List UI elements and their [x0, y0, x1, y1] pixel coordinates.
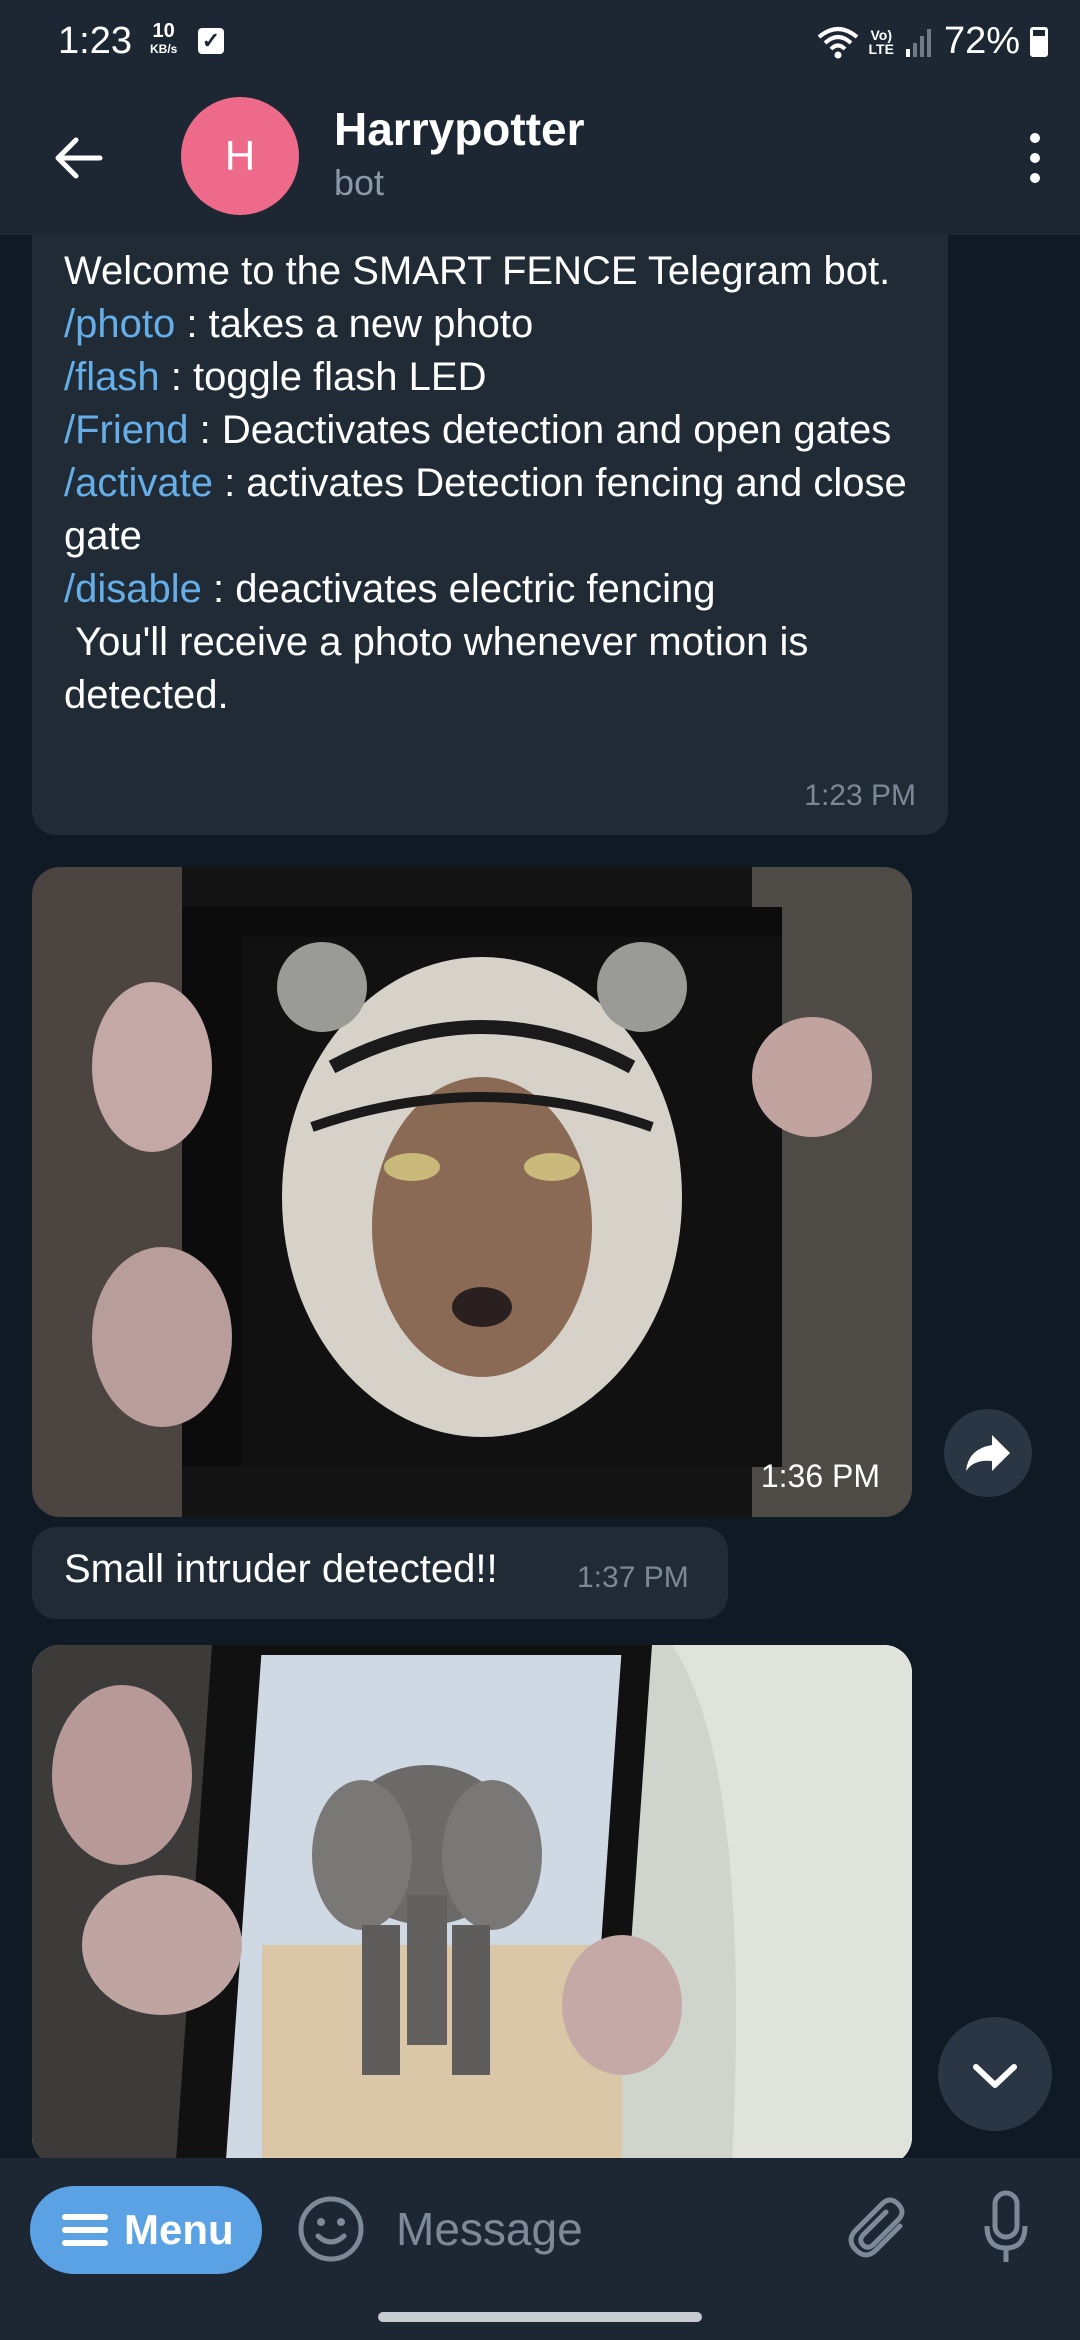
- command-flash-link[interactable]: /flash: [64, 355, 160, 399]
- command-photo-desc: : takes a new photo: [175, 302, 534, 346]
- message-timestamp: 1:23 PM: [804, 779, 916, 812]
- chat-area[interactable]: Welcome to the SMART FENCE Telegram bot.…: [0, 235, 1080, 2158]
- emoji-icon[interactable]: [296, 2194, 366, 2264]
- chat-header: H Harrypotter bot: [0, 92, 1080, 222]
- system-navigation-bar: [0, 2290, 1080, 2340]
- command-disable-link[interactable]: /disable: [64, 567, 202, 611]
- welcome-message-text: Welcome to the SMART FENCE Telegram bot.…: [64, 245, 944, 722]
- welcome-footer: You'll receive a photo whenever motion i…: [64, 620, 820, 717]
- battery-percent: 72%: [943, 20, 1020, 62]
- status-time: 1:23: [58, 20, 132, 62]
- chat-subtitle: bot: [334, 162, 385, 203]
- tiger-photo-message[interactable]: 1:36 PM: [32, 867, 912, 1517]
- lte-label: LTE: [868, 40, 894, 57]
- home-indicator[interactable]: [378, 2312, 702, 2322]
- command-disable-desc: : deactivates electric fencing: [201, 567, 716, 611]
- chevron-down-icon: [973, 2064, 1017, 2088]
- menu-button-label: Menu: [124, 2206, 234, 2253]
- message-input[interactable]: [394, 2188, 818, 2270]
- command-friend-desc: : Deactivates detection and open gates: [188, 408, 892, 452]
- message-timestamp: 1:37 PM: [577, 1561, 689, 1594]
- status-right: Vo) LTE 72%: [817, 20, 1048, 63]
- command-friend-link[interactable]: /Friend: [64, 408, 189, 452]
- status-bar: 1:23 10 KB/s ✓ Vo) LTE 72%: [0, 20, 1080, 70]
- network-speed-unit: KB/s: [150, 42, 178, 56]
- message-input-bar: Menu: [0, 2158, 1080, 2290]
- scroll-to-bottom-button[interactable]: [938, 2017, 1052, 2131]
- battery-level: [1033, 36, 1045, 54]
- network-speed: 10 KB/s: [150, 20, 178, 58]
- microphone-icon[interactable]: [984, 2190, 1028, 2266]
- chat-title[interactable]: Harrypotter: [334, 102, 585, 156]
- wifi-icon: [817, 26, 858, 58]
- signal-icon: [905, 28, 931, 57]
- tiger-photo-image: [32, 867, 912, 1517]
- forward-icon: [966, 1435, 1010, 1471]
- hamburger-icon: [62, 2214, 108, 2246]
- back-arrow-icon[interactable]: [50, 130, 106, 186]
- attach-icon[interactable]: [848, 2196, 910, 2262]
- intruder-message-text: Small intruder detected!!: [64, 1547, 498, 1591]
- battery-icon: [1030, 26, 1048, 57]
- command-activate-link[interactable]: /activate: [64, 461, 213, 505]
- command-flash-desc: : toggle flash LED: [159, 355, 487, 399]
- forward-button[interactable]: [944, 1409, 1032, 1497]
- welcome-line: Welcome to the SMART FENCE Telegram bot.: [64, 249, 891, 293]
- photo-timestamp: 1:36 PM: [760, 1458, 880, 1494]
- welcome-message-bubble[interactable]: Welcome to the SMART FENCE Telegram bot.…: [32, 235, 948, 835]
- command-photo-link[interactable]: /photo: [64, 302, 175, 346]
- network-type: Vo) LTE: [869, 28, 894, 56]
- more-options-icon[interactable]: [1020, 130, 1050, 186]
- intruder-message-bubble[interactable]: Small intruder detected!! 1:37 PM: [32, 1527, 728, 1619]
- network-speed-value: 10: [152, 20, 175, 42]
- bot-menu-button[interactable]: Menu: [30, 2186, 262, 2274]
- avatar[interactable]: H: [181, 97, 299, 215]
- elephant-photo-message[interactable]: [32, 1645, 912, 2158]
- top-bar: 1:23 10 KB/s ✓ Vo) LTE 72% H Harrypotter…: [0, 0, 1080, 235]
- elephant-photo-image: [32, 1645, 912, 2158]
- checkbox-notification-icon: ✓: [198, 28, 224, 54]
